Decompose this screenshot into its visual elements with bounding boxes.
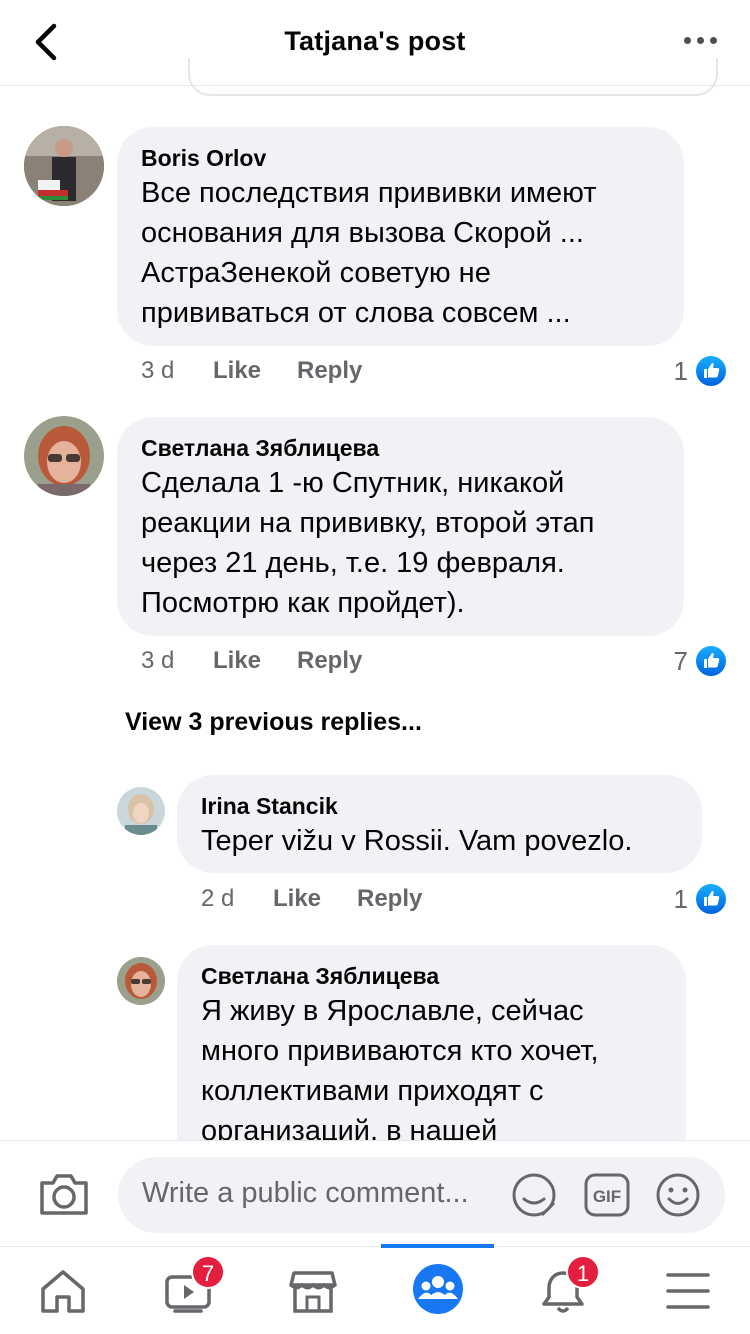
comment-time: 3 d xyxy=(141,357,175,384)
bottom-navigation: 7 1 xyxy=(0,1244,750,1334)
reaction-summary[interactable]: 7 xyxy=(650,644,728,678)
view-previous-replies-link[interactable]: View 3 previous replies... xyxy=(125,708,422,737)
dot xyxy=(697,37,704,44)
nav-menu[interactable] xyxy=(625,1247,750,1334)
comment-input-placeholder: Write a public comment... xyxy=(142,1177,469,1209)
groups-icon xyxy=(412,1264,463,1314)
reply-text: Teper vižu v Rossii. Vam povezlo. xyxy=(201,825,633,857)
reply-text: Я живу в Ярославле, сейчас много привива… xyxy=(201,995,599,1147)
top-bar: Tatjana's post xyxy=(0,0,750,96)
avatar[interactable] xyxy=(24,126,104,206)
like-button[interactable]: Like xyxy=(213,647,261,675)
thumbs-up-icon xyxy=(694,354,728,388)
avatar[interactable] xyxy=(117,957,165,1005)
avatar-photo-icon xyxy=(24,416,104,496)
camera-icon xyxy=(40,1174,88,1215)
previous-comment-edge xyxy=(188,58,718,96)
svg-text:GIF: GIF xyxy=(593,1187,621,1206)
avatar-photo-icon xyxy=(117,957,165,1005)
reply-button[interactable]: Reply xyxy=(297,357,362,385)
more-options-button[interactable] xyxy=(684,28,720,52)
marketplace-icon xyxy=(288,1271,337,1313)
reply-bubble[interactable]: Irina Stancik Teper vižu v Rossii. Vam p… xyxy=(177,775,702,873)
dot xyxy=(684,37,691,44)
reply-time: 2 d xyxy=(201,885,235,912)
comment-actions: 3 d Like Reply xyxy=(141,357,541,389)
comment-actions: 3 d Like Reply xyxy=(141,647,541,679)
like-button[interactable]: Like xyxy=(213,357,261,385)
reply-author[interactable]: Светлана Зяблицева xyxy=(201,961,662,991)
avatar[interactable] xyxy=(24,416,104,496)
thumbs-up-icon xyxy=(694,644,728,678)
notification-badge: 1 xyxy=(566,1255,600,1289)
reply-button[interactable]: Reply xyxy=(357,885,422,913)
avatar-photo-icon xyxy=(117,787,165,835)
reply-author[interactable]: Irina Stancik xyxy=(201,791,678,821)
reaction-count: 1 xyxy=(673,356,688,386)
emoji-icon[interactable] xyxy=(654,1171,702,1219)
comment-time: 3 d xyxy=(141,647,175,674)
home-icon xyxy=(40,1270,85,1313)
nav-watch[interactable]: 7 xyxy=(125,1247,250,1334)
comment-input[interactable]: Write a public comment... GIF xyxy=(118,1157,725,1233)
camera-button[interactable] xyxy=(38,1171,90,1217)
reply-actions: 2 d Like Reply xyxy=(201,885,561,917)
reaction-count: 7 xyxy=(673,646,688,676)
nav-groups[interactable] xyxy=(375,1247,500,1334)
notification-badge: 7 xyxy=(191,1255,225,1289)
comment-author[interactable]: Boris Orlov xyxy=(141,143,660,173)
nav-marketplace[interactable] xyxy=(250,1247,375,1334)
comment-text: Все последствия прививки имеют основания… xyxy=(141,177,597,329)
nav-notifications[interactable]: 1 xyxy=(500,1247,625,1334)
comment-bubble[interactable]: Boris Orlov Все последствия прививки име… xyxy=(117,127,684,346)
reaction-summary[interactable]: 1 xyxy=(650,354,728,388)
comment-author[interactable]: Светлана Зяблицева xyxy=(141,433,660,463)
avatar-photo-icon xyxy=(24,126,104,206)
reaction-summary[interactable]: 1 xyxy=(650,882,728,916)
comment-composer: Write a public comment... GIF xyxy=(0,1140,750,1246)
menu-icon xyxy=(665,1273,710,1309)
page-title: Tatjana's post xyxy=(284,26,466,56)
reaction-count: 1 xyxy=(673,884,688,914)
dot xyxy=(710,37,717,44)
reply-button[interactable]: Reply xyxy=(297,647,362,675)
thumbs-up-icon xyxy=(694,882,728,916)
comment-text: Сделала 1 -ю Спутник, никакой реакции на… xyxy=(141,467,595,619)
nav-home[interactable] xyxy=(0,1247,125,1334)
avatar-sticker-icon[interactable] xyxy=(510,1171,558,1219)
comment-bubble[interactable]: Светлана Зяблицева Сделала 1 -ю Спутник,… xyxy=(117,417,684,636)
gif-icon[interactable]: GIF xyxy=(583,1171,631,1219)
avatar[interactable] xyxy=(117,787,165,835)
like-button[interactable]: Like xyxy=(273,885,321,913)
